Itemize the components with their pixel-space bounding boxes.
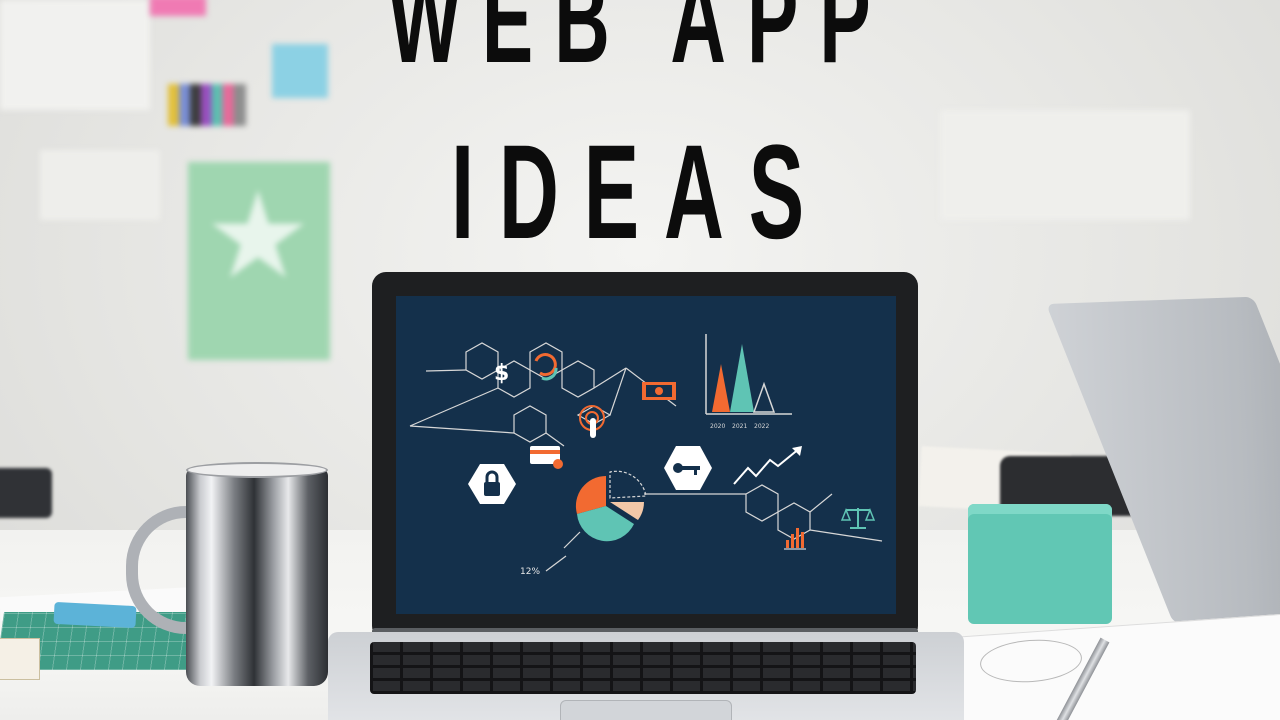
triangle-chart-icon: 2020 2021 2022 — [705, 334, 792, 430]
pie-chart-icon — [563, 470, 647, 549]
teal-box — [968, 504, 1112, 624]
color-swatches — [168, 84, 246, 126]
credit-card-icon — [530, 446, 563, 469]
percent-label: 12% — [520, 567, 540, 577]
wall-paper — [40, 150, 160, 220]
wall-paper — [0, 0, 150, 110]
banknote-icon — [642, 382, 676, 400]
steel-mug — [186, 468, 328, 686]
touch-icon — [579, 405, 605, 438]
svg-text:2020: 2020 — [710, 423, 725, 430]
dollar-icon: $ — [494, 361, 509, 386]
keyboard-edge — [0, 468, 52, 518]
sticky-note — [150, 0, 206, 16]
notebook — [0, 638, 40, 680]
svg-text:2022: 2022 — [754, 423, 769, 430]
scene: WEB APP IDEAS $ 2020 2021 2022 12% — [0, 0, 1280, 720]
mug-rim — [186, 462, 328, 478]
laptop-screen: $ 2020 2021 2022 12% — [396, 296, 896, 614]
lock-icon — [468, 464, 516, 504]
trend-arrow-icon — [733, 446, 802, 485]
scales-icon — [840, 507, 876, 529]
laptop-keyboard — [370, 642, 916, 694]
headline-line-2: IDEAS — [451, 118, 829, 267]
key-icon — [664, 446, 712, 490]
svg-text:2021: 2021 — [732, 423, 747, 430]
infographic: $ 2020 2021 2022 12% — [409, 334, 883, 577]
laptop-trackpad — [560, 700, 732, 720]
eraser — [53, 601, 137, 629]
headline-line-1: WEB APP — [388, 0, 892, 89]
